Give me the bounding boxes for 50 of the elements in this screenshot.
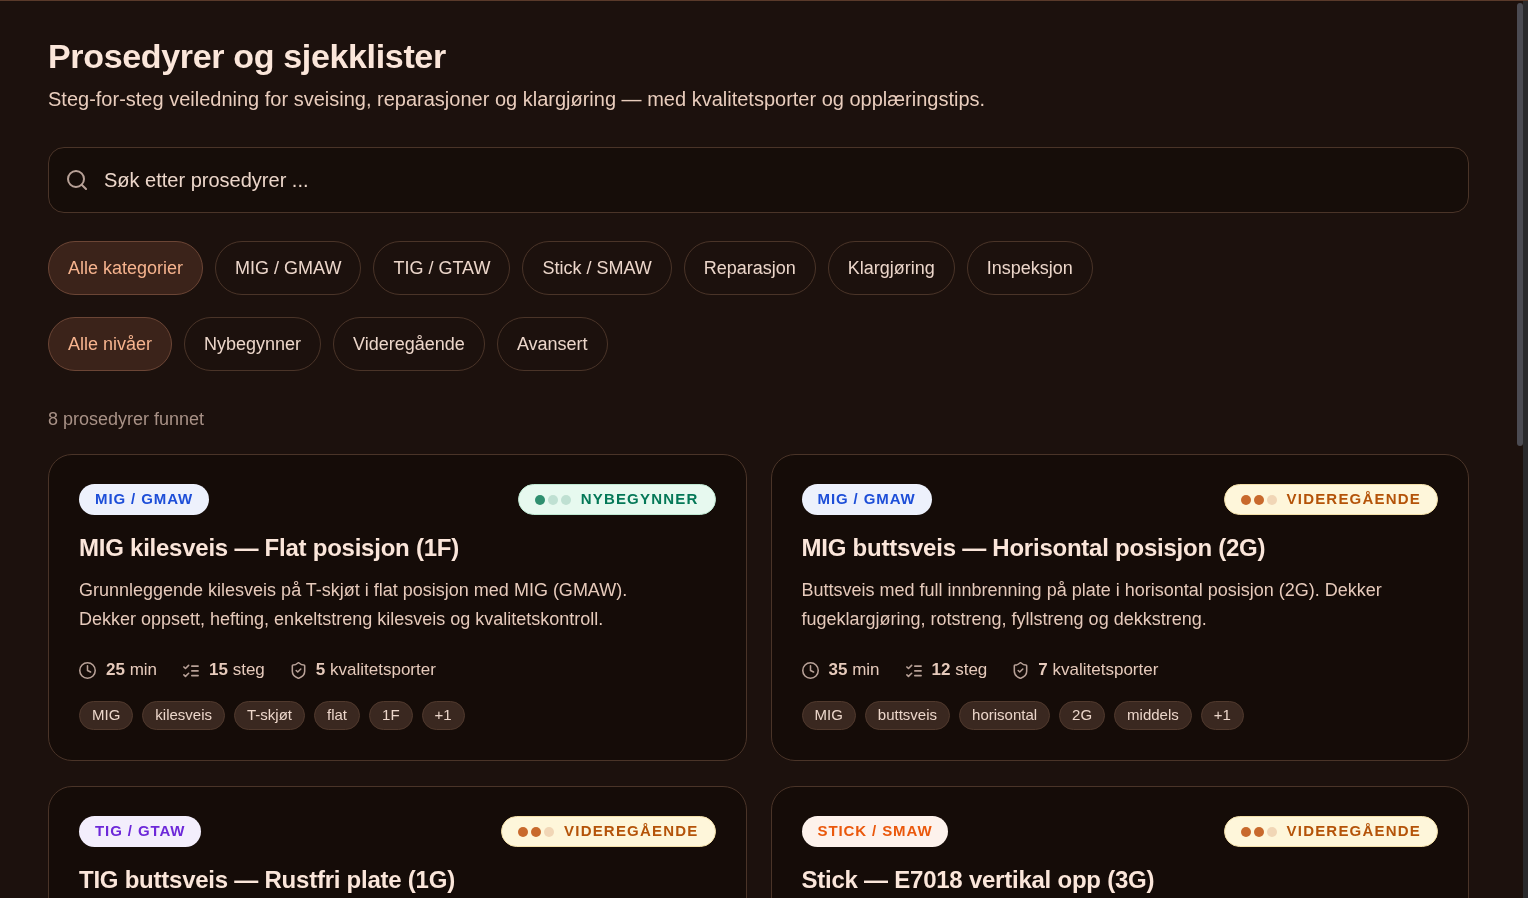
category-filter-chip[interactable]: Alle kategorier [48, 241, 204, 295]
procedure-card[interactable]: STICK / SMAW VIDEREGÅENDE Stick — E7018 vertikal opp (3G) [770, 786, 1469, 898]
shield-check-icon [1013, 661, 1029, 679]
level-label: NYBEGYNNER [580, 489, 699, 510]
meta-text: 12 steg [931, 659, 988, 681]
checklist-icon [183, 662, 200, 678]
category-badge: STICK / SMAW [801, 816, 949, 847]
checklist-icon [905, 662, 922, 678]
search-field[interactable]: Søk etter prosedyrer ... [48, 147, 1469, 213]
procedure-card[interactable] [48, 454, 747, 761]
procedure-card[interactable] [770, 454, 1469, 761]
level-filter-chip[interactable]: Alle nivåer [48, 317, 173, 371]
level-label: VIDEREGÅENDE [564, 821, 699, 842]
category-badge: MIG / GMAW [79, 484, 210, 515]
clock-icon [801, 661, 819, 679]
card-title: MIG buttsveis — Horisontal posisjon (2G) [801, 533, 1267, 563]
tag: middels [1114, 701, 1192, 730]
card-title: Stick — E7018 vertikal opp (3G) [801, 865, 1156, 895]
tag: MIG [79, 701, 134, 730]
card-description: Buttsveis med full innbrenning på plate i horisontal posisjon (2G). Dekker fugeklargjøring, rotstreng, fyllstreng og dekkstreng. [801, 579, 1383, 631]
tag: 1F [369, 701, 413, 730]
meta-text: 15 steg [209, 659, 265, 681]
result-count: 8 prosedyrer funnet [48, 408, 206, 431]
shield-check-icon [290, 661, 306, 679]
tag: flat [314, 701, 361, 730]
tag: horisontal [959, 701, 1051, 730]
card-title: MIG kilesveis — Flat posisjon (1F) [79, 533, 460, 563]
meta-text: 35 min [828, 659, 880, 681]
tag: buttsveis [864, 701, 951, 730]
tag: +1 [1200, 701, 1244, 730]
tag: 2G [1059, 701, 1106, 730]
meta-text: 5 kvalitetsporter [315, 659, 436, 681]
clock-icon [79, 661, 96, 679]
card-description: Grunnleggende kilesveis på T-skjøt i flat posisjon med MIG (GMAW). Dekker oppsett, hefting, enkeltstreng kilesveis og kvalitetskontroll. [79, 579, 629, 631]
card-title: TIG buttsveis — Rustfri plate (1G) [79, 865, 456, 895]
meta-text: 7 kvalitetsporter [1038, 659, 1159, 681]
level-label: VIDEREGÅENDE [1286, 821, 1421, 842]
tag: +1 [421, 701, 465, 730]
tag: kilesveis [142, 701, 226, 730]
tag: MIG [801, 701, 856, 730]
procedure-card[interactable]: TIG / GTAW VIDEREGÅENDE TIG buttsveis — Rustfri plate (1G) [48, 786, 747, 898]
scrollbar-thumb[interactable] [1517, 3, 1523, 446]
category-badge: TIG / GTAW [79, 816, 202, 847]
page-title: Prosedyrer og sjekklister [48, 36, 447, 77]
category-badge: MIG / GMAW [801, 484, 932, 515]
page-subtitle: Steg-for-steg veiledning for sveising, reparasjoner og klargjøring — med kvalitetsporter og opplæringstips. [48, 87, 987, 112]
tag: T-skjøt [234, 701, 306, 730]
search-icon [67, 170, 87, 190]
meta-text: 25 min [106, 659, 158, 681]
level-label: VIDEREGÅENDE [1286, 489, 1421, 510]
